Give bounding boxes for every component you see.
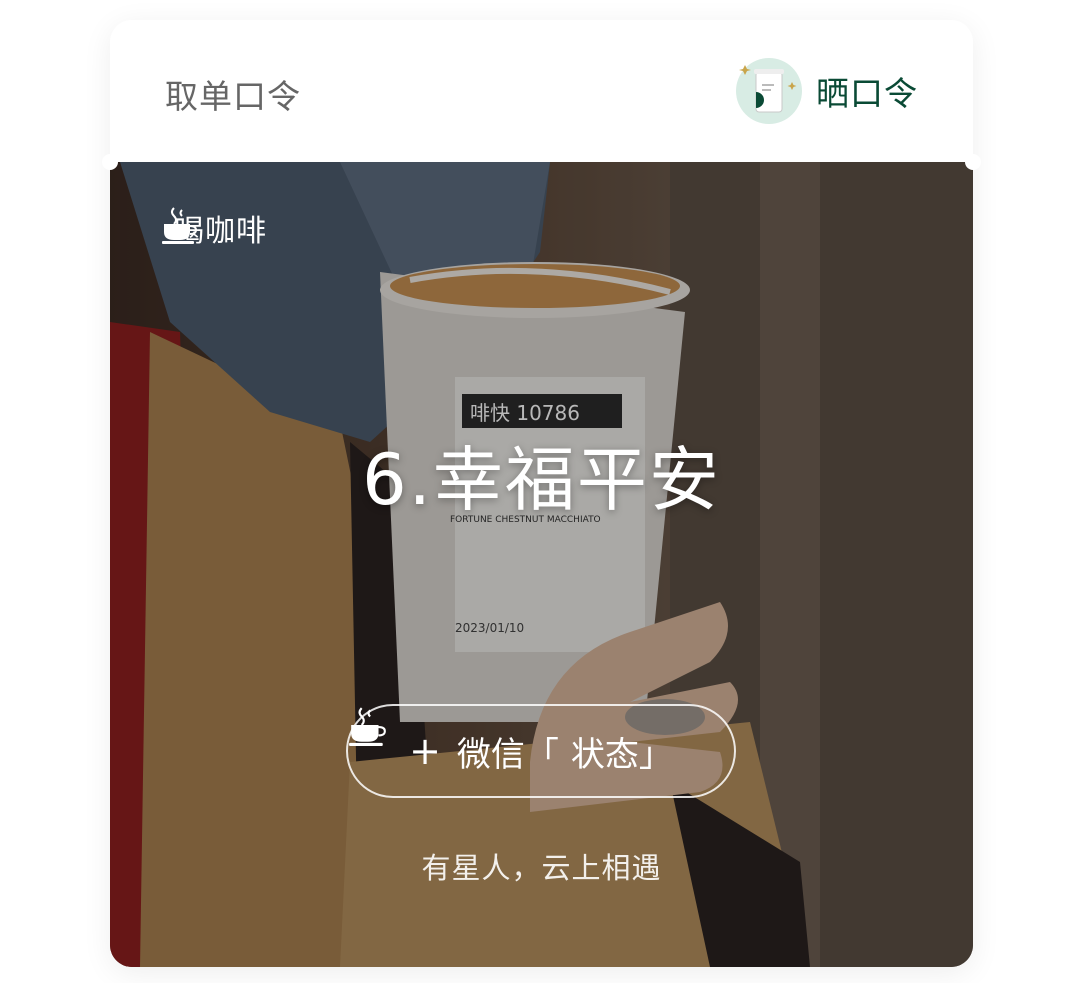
status-suffix-label: 状态」 <box>570 734 673 775</box>
wechat-status-button[interactable]: + 微信「 状态」 <box>346 704 736 798</box>
order-code-card: 取单口令 晒口令 啡快 10786 FORTUNE CHESTNUT MACCH… <box>102 20 981 967</box>
drink-coffee-tag: 喝咖啡 <box>162 206 267 250</box>
page-title: 取单口令 <box>165 77 301 116</box>
plus-icon: + <box>409 729 441 773</box>
slogan-text: 有星人，云上相遇 <box>421 851 662 885</box>
hero-photo: 啡快 10786 FORTUNE CHESTNUT MACCHIATO 2023… <box>110 162 973 967</box>
share-code-label: 晒口令 <box>816 74 918 113</box>
status-prefix-label: 微信「 <box>456 734 559 775</box>
cup-avatar-icon <box>734 56 804 126</box>
ticket-notch-right <box>965 154 981 170</box>
share-code-button[interactable]: 晒口令 <box>734 56 918 126</box>
card-header: 取单口令 晒口令 <box>110 20 973 162</box>
ticket-notch-left <box>102 154 118 170</box>
order-phrase: 6.幸福平安 <box>362 439 721 521</box>
